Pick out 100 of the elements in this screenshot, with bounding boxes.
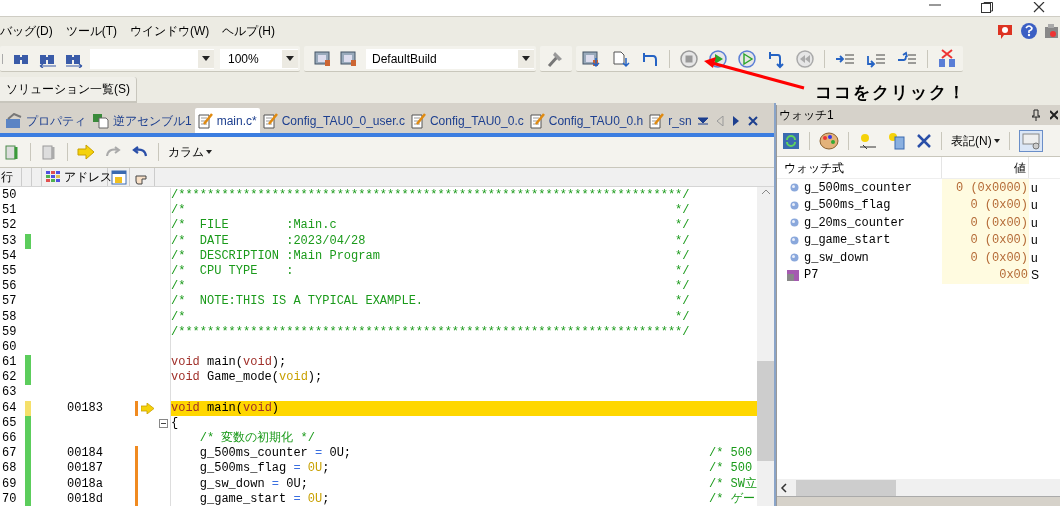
watch-value: 0 (0x00) [942,214,1029,232]
code-line: /* DESCRIPTION :Main Program [171,248,381,264]
window-warning-icon [110,169,127,185]
code-line: /* [171,309,187,325]
help-icon[interactable] [1020,22,1038,40]
scroll-up-icon[interactable] [760,189,771,195]
code-line: /* [171,279,187,295]
document-tab[interactable]: main.c* [194,108,260,133]
code-line: /**********************************************************************/ [171,324,690,340]
close-icon[interactable] [1032,2,1046,14]
current-marker [25,400,31,416]
hex-toggle-icon[interactable] [1018,129,1043,152]
scroll-right-icon[interactable] [731,115,740,126]
watch-expression[interactable]: P7 [802,266,942,285]
code-line: { [171,415,179,431]
disconnect-icon[interactable] [937,48,957,69]
rebuild-icon[interactable] [340,49,358,68]
menu-item[interactable]: ヘルプ(H) [222,22,275,40]
code-line: /* FILE :Main.c [171,218,338,234]
watch-type: u [1030,179,1038,197]
line-number: 56 [1,279,18,295]
address: 00184 [67,446,103,461]
document-tab[interactable]: プロパティ [2,108,89,133]
dropdown-icon [993,138,1000,143]
refresh-icon[interactable] [782,131,800,150]
document-tab[interactable]: Config_TAU0_0.h [526,108,647,133]
camera-icon[interactable] [1044,22,1058,40]
edit-document-icon [197,112,214,129]
line-number: 54 [1,248,18,264]
horizontal-scrollbar[interactable] [777,479,1060,496]
watch-expression[interactable]: g_20ms_counter [802,213,942,232]
play-outline-icon[interactable] [737,48,757,69]
variable-icon [790,253,799,263]
code-line: /**********************************************************************/ [171,188,690,204]
download-icon[interactable] [582,49,602,68]
vertical-scrollbar[interactable] [757,187,774,506]
variable-icon [790,218,799,228]
code-comment: */ [675,248,690,264]
code-comment: */ [675,203,690,219]
column-menu[interactable]: カラム [168,143,212,161]
column-header[interactable]: 行 [0,168,22,186]
variable-icon [790,235,799,245]
line-number: 59 [1,324,18,340]
menu-item[interactable]: ツール(T) [65,22,117,40]
document-tab[interactable]: Config_TAU0_0_user.c [259,108,408,133]
column-header[interactable]: ウォッチ式 [777,157,942,178]
document-download-icon[interactable] [611,49,631,68]
watch-type: u [1030,214,1038,232]
line-number: 68 [1,461,18,477]
annotation-text: ココをクリック！ [815,82,967,104]
line-number: 58 [1,309,18,325]
line-number: 55 [1,263,18,280]
build-icon[interactable] [314,49,332,68]
dropdown-icon [286,56,294,61]
document-tab[interactable]: Config_TAU0_0.c [407,108,527,133]
pin-icon[interactable] [1032,109,1040,121]
palette-icon[interactable] [819,131,839,150]
close-icon[interactable] [747,115,758,126]
code-comment: */ [675,233,690,249]
close-icon[interactable] [1050,110,1058,120]
code-comment: /* 500 [709,461,753,477]
code-comment: */ [675,263,690,280]
menu-item[interactable]: ウインドウ(W) [130,22,210,40]
watch-type: u [1030,249,1038,267]
line-number: 53 [1,233,18,249]
code-line: /* NOTE:THIS IS A TYPICAL EXAMPLE. [171,294,425,310]
watch-expression[interactable]: g_game_start [802,231,942,250]
stop-icon[interactable] [679,48,699,69]
column-header[interactable]: 値 [942,157,1029,178]
code-line: /* DATE :2023/04/28 [171,233,367,249]
line-number: 51 [1,203,18,219]
collapse-icon[interactable] [159,418,168,428]
edit-document-icon [262,112,279,129]
build-config-combo[interactable]: DefaultBuild [366,48,534,69]
tab-list-icon[interactable] [697,115,708,126]
document-tab[interactable]: r_sn [646,108,695,133]
code-comment: */ [675,279,690,295]
code-line: g_sw_down = 0U; [198,476,309,492]
watch-expression[interactable]: g_500ms_counter [802,178,942,197]
notation-menu[interactable]: 表記(N) [951,131,1000,150]
watch-expression[interactable]: g_500ms_flag [802,196,942,215]
delete-icon[interactable] [916,132,932,149]
line-number: 52 [1,218,18,234]
restore-icon[interactable] [980,2,994,14]
panel-title: ウォッチ1 [779,107,834,124]
new-item-icon[interactable] [887,131,907,150]
variable-icon [790,200,799,210]
help-balloon-icon[interactable] [996,22,1014,40]
zoom-combo[interactable]: 100% [220,48,298,69]
watch-expression[interactable]: g_sw_down [802,248,942,267]
menu-item[interactable]: バッグ(D) [0,22,53,40]
scroll-left-icon[interactable] [780,482,788,493]
add-watch-icon[interactable] [858,131,878,150]
code-comment: /* ゲー [709,491,755,506]
solution-list-tab[interactable]: ソリューション一覧(S) [0,77,137,103]
code-line: /* 変数の初期化 */ [198,431,315,447]
document-tab[interactable]: 逆アセンブル1 [89,108,195,133]
line-number: 63 [1,385,18,401]
code-line: void main(void); [171,355,287,371]
sync-icon[interactable] [3,143,21,161]
